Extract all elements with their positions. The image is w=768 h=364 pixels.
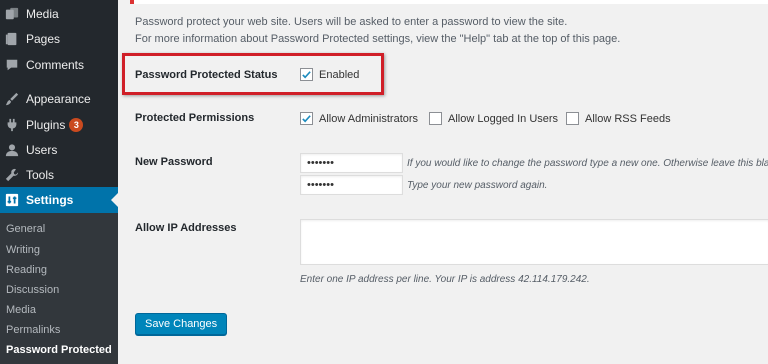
menu-item-media[interactable]: Media — [0, 1, 118, 27]
new-password-hint: If you would like to change the password… — [407, 158, 768, 169]
allow-rss-feeds-checkbox[interactable]: Allow RSS Feeds — [566, 112, 671, 125]
menu-item-settings[interactable]: Settings — [0, 187, 119, 213]
tools-icon — [4, 167, 20, 183]
submenu-item-discussion[interactable]: Discussion — [6, 284, 59, 296]
appearance-icon — [4, 91, 20, 107]
media-icon — [4, 6, 20, 22]
intro-text-line-2: For more information about Password Prot… — [135, 33, 621, 45]
status-label: Password Protected Status — [135, 69, 278, 81]
permissions-label: Protected Permissions — [135, 112, 255, 124]
new-password-input[interactable] — [300, 153, 403, 173]
enabled-checkbox[interactable]: Enabled — [300, 68, 359, 81]
intro-text-line-1: Password protect your web site. Users wi… — [135, 16, 568, 28]
checkmark-icon — [302, 115, 311, 123]
menu-item-users[interactable]: Users — [0, 137, 118, 163]
submenu-item-permalinks[interactable]: Permalinks — [6, 324, 60, 336]
menu-item-label: Tools — [26, 168, 55, 182]
menu-item-tools[interactable]: Tools — [0, 162, 118, 188]
menu-item-label: Users — [26, 143, 58, 157]
notice-bar — [130, 0, 768, 4]
submenu-item-password-protected[interactable]: Password Protected — [6, 344, 112, 356]
menu-item-label: Appearance — [26, 92, 91, 106]
settings-icon — [4, 192, 20, 208]
allow-ip-hint: Enter one IP address per line. Your IP i… — [300, 274, 590, 285]
submenu-item-writing[interactable]: Writing — [6, 244, 40, 256]
confirm-password-input[interactable] — [300, 175, 403, 195]
allow-administrators-label: Allow Administrators — [319, 112, 419, 125]
save-changes-button[interactable]: Save Changes — [135, 313, 228, 335]
settings-submenu: General Writing Reading Discussion Media… — [0, 213, 118, 364]
settings-main: Password protect your web site. Users wi… — [118, 0, 768, 364]
update-count-badge: 3 — [69, 118, 84, 132]
checkmark-icon — [302, 71, 311, 79]
menu-item-plugins[interactable]: Plugins 3 — [0, 112, 118, 138]
checkbox-box[interactable] — [300, 112, 313, 125]
menu-item-label: Media — [26, 7, 59, 21]
menu-item-label: Plugins — [26, 118, 66, 132]
checkbox-box[interactable] — [566, 112, 579, 125]
checkbox-box[interactable] — [429, 112, 442, 125]
confirm-password-hint: Type your new password again. — [407, 180, 548, 191]
allow-ip-label: Allow IP Addresses — [135, 222, 237, 234]
allow-rss-feeds-label: Allow RSS Feeds — [585, 112, 671, 125]
pages-icon — [4, 31, 20, 47]
new-password-label: New Password — [135, 156, 213, 168]
menu-item-label: Settings — [26, 193, 74, 207]
submenu-item-media[interactable]: Media — [6, 304, 36, 316]
allow-ip-textarea[interactable] — [300, 219, 768, 265]
menu-item-label: Comments — [26, 58, 85, 72]
allow-administrators-checkbox[interactable]: Allow Administrators — [300, 112, 418, 125]
submenu-item-general[interactable]: General — [6, 223, 45, 235]
comments-icon — [4, 57, 20, 73]
allow-logged-in-users-label: Allow Logged In Users — [448, 112, 559, 125]
menu-item-label: Pages — [26, 32, 61, 46]
submenu-item-reading[interactable]: Reading — [6, 264, 47, 276]
enabled-checkbox-label: Enabled — [319, 68, 360, 81]
users-icon — [4, 142, 20, 158]
admin-sidebar: Media Pages Comments Appearance Plugins … — [0, 0, 119, 364]
plugins-icon — [4, 117, 20, 133]
menu-item-pages[interactable]: Pages — [0, 26, 118, 52]
menu-item-appearance[interactable]: Appearance — [0, 86, 118, 112]
checkbox-box[interactable] — [300, 68, 313, 81]
allow-logged-in-users-checkbox[interactable]: Allow Logged In Users — [429, 112, 558, 125]
menu-item-comments[interactable]: Comments — [0, 52, 118, 78]
